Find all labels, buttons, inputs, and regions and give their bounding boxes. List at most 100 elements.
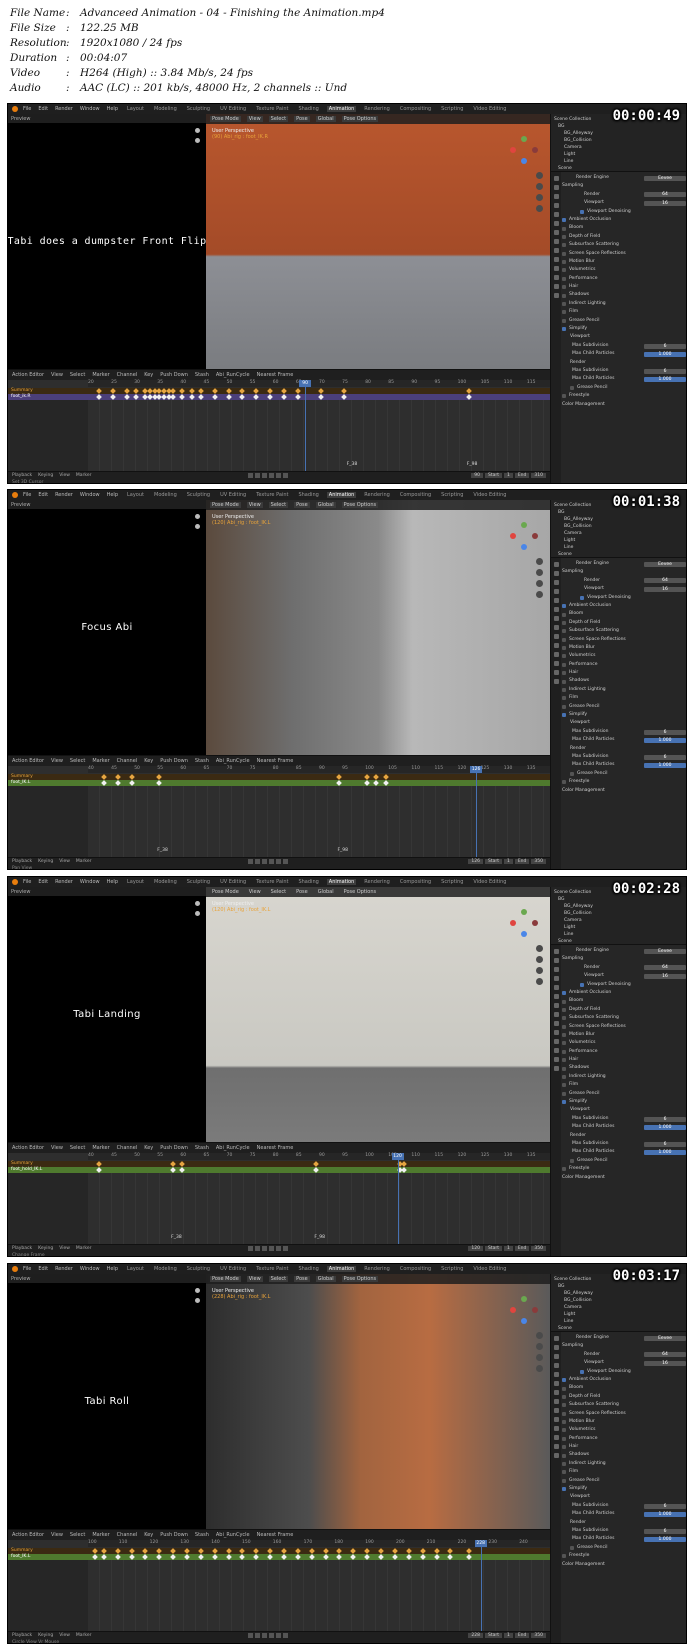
current-frame-field[interactable]: 126 bbox=[468, 859, 483, 864]
keyframe[interactable] bbox=[170, 388, 176, 394]
workspace-tab[interactable]: Layout bbox=[125, 1266, 146, 1272]
keyframe[interactable] bbox=[465, 394, 472, 400]
action-editor-menu-item[interactable]: Push Down bbox=[160, 1532, 188, 1538]
keyframe[interactable] bbox=[170, 1554, 176, 1560]
properties-section[interactable]: Ambient Occlusion bbox=[562, 216, 686, 224]
blender-logo-icon[interactable] bbox=[12, 106, 18, 112]
menu-item[interactable]: Edit bbox=[38, 879, 48, 885]
menu-item[interactable]: File bbox=[23, 492, 31, 498]
properties-tab-icon[interactable] bbox=[553, 284, 559, 289]
checkbox[interactable] bbox=[562, 1049, 566, 1054]
timeline-marker[interactable]: F_38 bbox=[347, 462, 358, 467]
keyframe[interactable] bbox=[156, 780, 163, 786]
sampling-section[interactable]: Sampling bbox=[562, 568, 686, 576]
checkbox[interactable] bbox=[562, 704, 566, 709]
action-editor-menu-item[interactable]: Marker bbox=[92, 1145, 109, 1151]
keyframe[interactable] bbox=[96, 388, 103, 394]
keyframe[interactable] bbox=[364, 1548, 371, 1554]
properties-section[interactable]: Grease Pencil bbox=[562, 703, 686, 711]
action-editor-menu-item[interactable]: View bbox=[51, 758, 63, 764]
properties-section[interactable]: Volumetrics bbox=[562, 266, 686, 274]
action-editor-menu-item[interactable]: Action Editor bbox=[12, 1145, 44, 1151]
prev-key-icon[interactable] bbox=[255, 473, 260, 478]
zoom-icon[interactable] bbox=[195, 128, 200, 133]
workspace-tab[interactable]: Shading bbox=[296, 492, 320, 498]
properties-section[interactable]: Screen Space Reflections bbox=[562, 1410, 686, 1418]
jump-start-icon[interactable] bbox=[248, 473, 253, 478]
keyframe[interactable] bbox=[253, 1554, 260, 1560]
3d-viewport[interactable]: Pose Mode View Select Pose Global Pose Option… bbox=[206, 500, 550, 755]
action-editor-menu-item[interactable]: View bbox=[51, 1145, 63, 1151]
workspace-tab[interactable]: Video Editing bbox=[471, 1266, 508, 1272]
checkbox[interactable] bbox=[562, 1024, 566, 1029]
action-editor-menu-item[interactable]: Channel bbox=[117, 372, 138, 378]
outliner-item[interactable]: Light bbox=[554, 151, 685, 158]
properties-tab-icon[interactable] bbox=[553, 958, 559, 963]
pan-icon[interactable] bbox=[536, 569, 543, 576]
properties-tab-icon[interactable] bbox=[553, 1039, 559, 1044]
current-frame-field[interactable]: 120 bbox=[468, 1246, 483, 1251]
action-editor-menu-item[interactable]: Abi_RunCycle bbox=[216, 372, 250, 378]
properties-section[interactable]: Performance bbox=[562, 1048, 686, 1056]
properties-section[interactable]: Indirect Lighting bbox=[562, 686, 686, 694]
keyframe[interactable] bbox=[447, 1548, 454, 1554]
keyframe[interactable] bbox=[110, 388, 116, 394]
checkbox[interactable] bbox=[562, 1478, 566, 1483]
property-field[interactable]: 16 bbox=[644, 586, 686, 592]
properties-tab-icon[interactable] bbox=[553, 598, 559, 603]
menu-item[interactable]: File bbox=[23, 1266, 31, 1272]
outliner-item[interactable]: BG_Collision bbox=[554, 523, 685, 530]
properties-section[interactable]: Shadows bbox=[562, 677, 686, 685]
timeline-menu-item[interactable]: Playback bbox=[12, 473, 32, 478]
action-editor-menu-item[interactable]: Channel bbox=[117, 1145, 138, 1151]
properties-tab-icon[interactable] bbox=[553, 203, 559, 208]
properties-tab-icon[interactable] bbox=[553, 949, 559, 954]
keyframe[interactable] bbox=[170, 394, 176, 400]
keyframe[interactable] bbox=[124, 394, 130, 400]
property-field[interactable]: 6 bbox=[644, 1503, 686, 1509]
checkbox[interactable] bbox=[562, 1403, 566, 1408]
properties-section[interactable]: Screen Space Reflections bbox=[562, 250, 686, 258]
play-reverse-icon[interactable] bbox=[262, 1246, 267, 1251]
viewport-menu-item[interactable]: View bbox=[246, 1276, 263, 1282]
current-frame-field[interactable]: 90 bbox=[471, 473, 483, 478]
workspace-tab[interactable]: UV Editing bbox=[218, 492, 248, 498]
end-frame-field[interactable]: 350 bbox=[531, 1246, 546, 1251]
zoom-icon[interactable] bbox=[195, 514, 200, 519]
3d-viewport[interactable]: Pose Mode View Select Pose Global Pose Option… bbox=[206, 114, 550, 369]
property-field[interactable]: 1.000 bbox=[644, 351, 686, 357]
current-frame-indicator[interactable]: 120 bbox=[391, 1153, 404, 1160]
keyframe[interactable] bbox=[350, 1554, 357, 1560]
action-editor-menu-item[interactable]: Marker bbox=[92, 372, 109, 378]
keyframe[interactable] bbox=[114, 780, 121, 786]
outliner-item[interactable]: BG_Alleyway bbox=[554, 516, 685, 523]
timeline-marker[interactable]: F_98 bbox=[337, 848, 348, 853]
properties-section[interactable]: Simplify bbox=[562, 325, 686, 333]
properties-section[interactable]: Simplify bbox=[562, 1098, 686, 1106]
menu-item[interactable]: Edit bbox=[38, 106, 48, 112]
zoom-icon[interactable] bbox=[536, 1332, 543, 1339]
action-editor-menu-item[interactable]: Action Editor bbox=[12, 758, 44, 764]
properties-tab-icon[interactable] bbox=[553, 1426, 559, 1431]
keyframe[interactable] bbox=[364, 774, 371, 780]
properties-tab-icon[interactable] bbox=[553, 1381, 559, 1386]
viewport-menu-item[interactable]: Select bbox=[268, 1276, 289, 1282]
menu-item[interactable]: Help bbox=[107, 879, 118, 885]
camera-icon[interactable] bbox=[536, 967, 543, 974]
action-editor-menu-item[interactable]: Nearest Frame bbox=[257, 372, 294, 378]
end-frame-field[interactable]: 350 bbox=[531, 859, 546, 864]
property-field[interactable]: 1.000 bbox=[644, 1511, 686, 1517]
timeline-marker[interactable]: F_98 bbox=[467, 462, 478, 467]
checkbox[interactable] bbox=[562, 243, 566, 248]
action-editor-menu-item[interactable]: Abi_RunCycle bbox=[216, 758, 250, 764]
workspace-tab[interactable]: Shading bbox=[296, 879, 320, 885]
keyframe[interactable] bbox=[101, 1554, 107, 1560]
keyframe[interactable] bbox=[433, 1554, 440, 1560]
workspace-tab[interactable]: Sculpting bbox=[185, 1266, 212, 1272]
checkbox[interactable] bbox=[562, 688, 566, 693]
checkbox[interactable] bbox=[562, 1470, 566, 1475]
checkbox[interactable] bbox=[562, 1420, 566, 1425]
keyframe[interactable] bbox=[253, 388, 260, 394]
outliner-item[interactable]: BG bbox=[554, 123, 685, 130]
property-field[interactable]: Eevee bbox=[644, 561, 686, 567]
